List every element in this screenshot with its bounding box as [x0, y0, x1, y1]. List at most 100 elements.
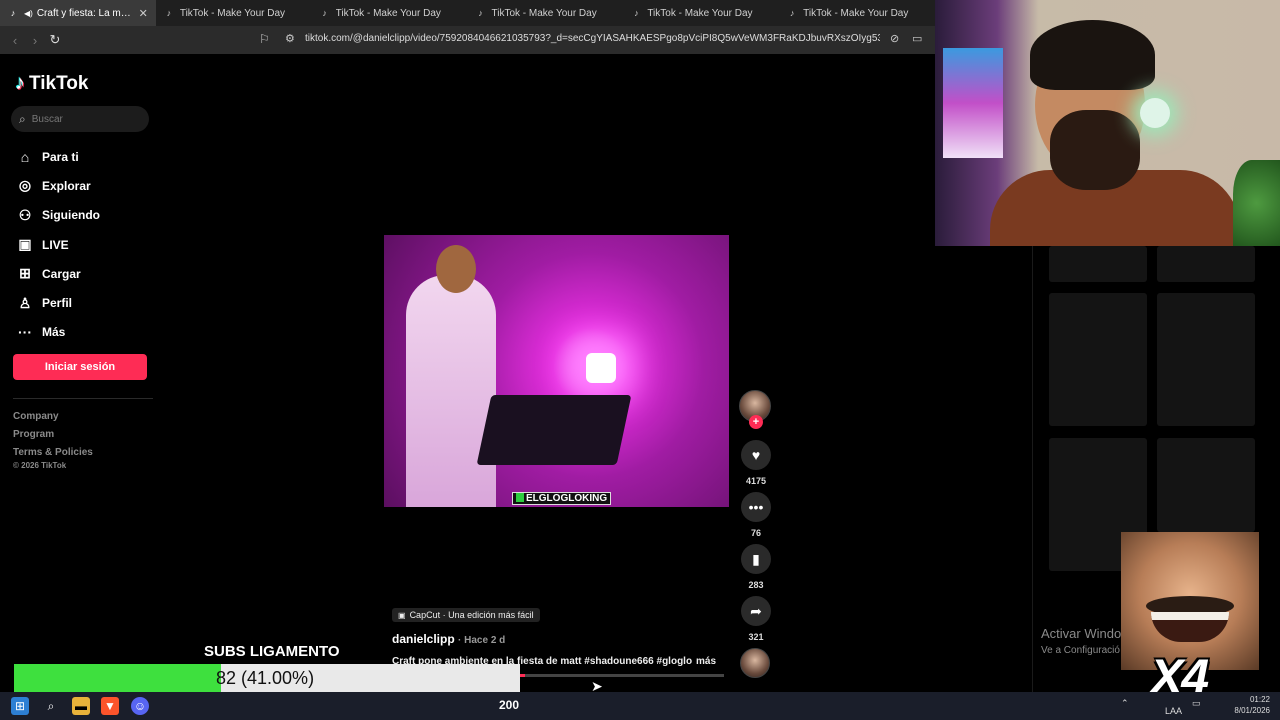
sidebar-item-para-ti[interactable]: ⌂ Para ti [15, 142, 100, 171]
tab-title: TikTok - Make Your Day [491, 7, 597, 19]
close-tab-icon[interactable]: ✕ [139, 7, 148, 20]
browser-tab[interactable]: ♪ TikTok - Make Your Day [467, 0, 623, 26]
network-icon[interactable]: ▭ [1192, 698, 1201, 709]
search-input[interactable]: ⌕ Buscar [11, 106, 149, 132]
subs-goal-fill [14, 664, 222, 693]
sidebar-menu: ⌂ Para ti ◎ Explorar ⚇ Siguiendo ▣ LIVE … [15, 142, 100, 347]
more-icon: ··· [18, 324, 32, 341]
tray-chevron-icon[interactable]: ⌃ [1121, 698, 1129, 709]
upload-icon: ⊞ [19, 265, 31, 282]
tiktok-logo-icon: ♪ [15, 72, 25, 94]
tiktok-logo[interactable]: ♪ TikTok [15, 72, 88, 95]
footer-link-company[interactable]: Company [13, 408, 93, 426]
subs-goal-text: 82 (41.00%) [216, 668, 315, 688]
live-icon: ▣ [18, 236, 32, 253]
video-light [586, 353, 616, 383]
footer-link-program[interactable]: Program [13, 426, 93, 444]
shields-icon[interactable]: ⊘ [890, 32, 899, 45]
video-player[interactable]: ELGLOGLOKING [384, 235, 729, 507]
screen: { "browser": { "tabs": [ {"title": "Craf… [0, 0, 1280, 720]
skeleton-card [1049, 293, 1147, 426]
taskbar-clock[interactable]: 01:22 8/01/2026 [1228, 694, 1270, 716]
sidebar-item-explorar[interactable]: ◎ Explorar [15, 171, 100, 200]
clock-time: 01:22 [1249, 695, 1270, 704]
browser-tab[interactable]: ♪ TikTok - Make Your Day [312, 0, 468, 26]
comment-icon[interactable]: ••• [741, 492, 771, 522]
footer-link-terms[interactable]: Terms & Policies [13, 444, 93, 462]
webcam-beard [1050, 110, 1140, 190]
sidebar-item-label: Explorar [42, 178, 91, 193]
subs-goal-bar: 82 (41.00%) [14, 664, 520, 693]
browser-tab[interactable]: ♪ TikTok - Make Your Day [623, 0, 779, 26]
activation-title: Activar Windo [1041, 626, 1122, 641]
copyright: © 2026 TikTok [13, 461, 67, 470]
speaker-icon: ◀) [24, 8, 33, 18]
webcam-overlay [935, 0, 1280, 246]
profile-icon: ♙ [18, 294, 32, 311]
share-icon[interactable]: ➦ [741, 596, 771, 626]
like-count: 4175 [745, 476, 767, 486]
comment-action[interactable]: ••• 76 [739, 492, 773, 538]
search-icon[interactable]: ⌕ [42, 697, 60, 715]
webcam-poster [943, 48, 1003, 158]
sidebar-item-label: Siguiendo [42, 208, 100, 223]
cast-icon[interactable]: ▭ [912, 32, 922, 45]
capcut-label: CapCut · Una edición más fácil [409, 610, 534, 620]
video-overlay-tag: ELGLOGLOKING [512, 492, 612, 505]
tiktok-favicon-icon: ♪ [634, 8, 639, 18]
save-count: 283 [748, 580, 764, 590]
save-action[interactable]: ▮ 283 [739, 544, 773, 590]
tiktok-favicon-icon: ♪ [166, 8, 172, 18]
meme-mouth [1151, 612, 1229, 642]
url-field[interactable]: tiktok.com/@danielclipp/video/7592084046… [305, 33, 880, 44]
sidebar-item-label: Perfil [42, 296, 73, 311]
forward-icon[interactable]: › [25, 33, 45, 48]
dj-deck [476, 395, 632, 465]
overlay-counter: 200 [499, 698, 520, 712]
brave-browser-icon[interactable]: ▼ [101, 697, 119, 715]
browser-tab[interactable]: ♪ ◀) Craft y fiesta: La mejor comb ✕ [0, 0, 156, 26]
comment-count: 76 [750, 528, 761, 538]
sidebar-item-label: Para ti [42, 149, 79, 164]
tab-title: TikTok - Make Your Day [647, 7, 753, 19]
back-icon[interactable]: ‹ [5, 33, 25, 48]
sidebar-item-mas[interactable]: ··· Más [15, 318, 100, 347]
language-indicator[interactable]: LAA [1165, 706, 1182, 716]
browser-tab[interactable]: ♪ TikTok - Make Your Day [156, 0, 312, 26]
skeleton-card [1157, 293, 1255, 426]
heart-icon[interactable]: ♥ [741, 440, 771, 470]
sidebar-item-perfil[interactable]: ♙ Perfil [15, 288, 100, 317]
sidebar-item-cargar[interactable]: ⊞ Cargar [15, 259, 100, 288]
bookmark-icon[interactable]: ▮ [741, 544, 771, 574]
file-explorer-icon[interactable]: ▬ [72, 697, 90, 715]
capcut-icon: ▣ [398, 610, 406, 620]
creator-avatar[interactable]: + [739, 390, 771, 429]
like-action[interactable]: ♥ 4175 [739, 440, 773, 486]
posted-time: · Hace 2 d [458, 635, 506, 646]
share-count: 321 [748, 632, 764, 642]
site-settings-icon[interactable]: ⚙ [285, 32, 295, 45]
video-author: danielclipp · Hace 2 d [392, 632, 505, 646]
tiktok-favicon-icon: ♪ [478, 8, 483, 18]
start-icon[interactable]: ⊞ [11, 697, 29, 715]
column-divider [1032, 246, 1033, 696]
more-link[interactable]: más [691, 656, 716, 667]
sound-avatar[interactable] [740, 648, 770, 678]
capcut-badge[interactable]: ▣ CapCut · Una edición más fácil [392, 608, 540, 622]
login-button[interactable]: Iniciar sesión [13, 354, 147, 380]
reload-icon[interactable]: ↻ [45, 32, 65, 48]
sidebar-item-siguiendo[interactable]: ⚇ Siguiendo [15, 201, 100, 230]
tab-title: Craft y fiesta: La mejor comb [36, 7, 133, 19]
logo-text: TikTok [29, 72, 89, 94]
follow-plus-icon[interactable]: + [749, 415, 763, 429]
sidebar-item-label: Más [42, 325, 66, 340]
bookmark-icon[interactable]: ⚐ [259, 32, 270, 46]
tiktok-favicon-icon: ♪ [10, 8, 16, 18]
compass-icon: ◎ [18, 177, 32, 194]
discord-icon[interactable]: ☺ [131, 697, 149, 715]
author-name[interactable]: danielclipp [392, 632, 455, 646]
sidebar-divider [13, 398, 153, 399]
share-action[interactable]: ➦ 321 [739, 596, 773, 642]
sidebar-item-live[interactable]: ▣ LIVE [15, 230, 100, 259]
browser-tab[interactable]: ♪ TikTok - Make Your Day [779, 0, 935, 26]
